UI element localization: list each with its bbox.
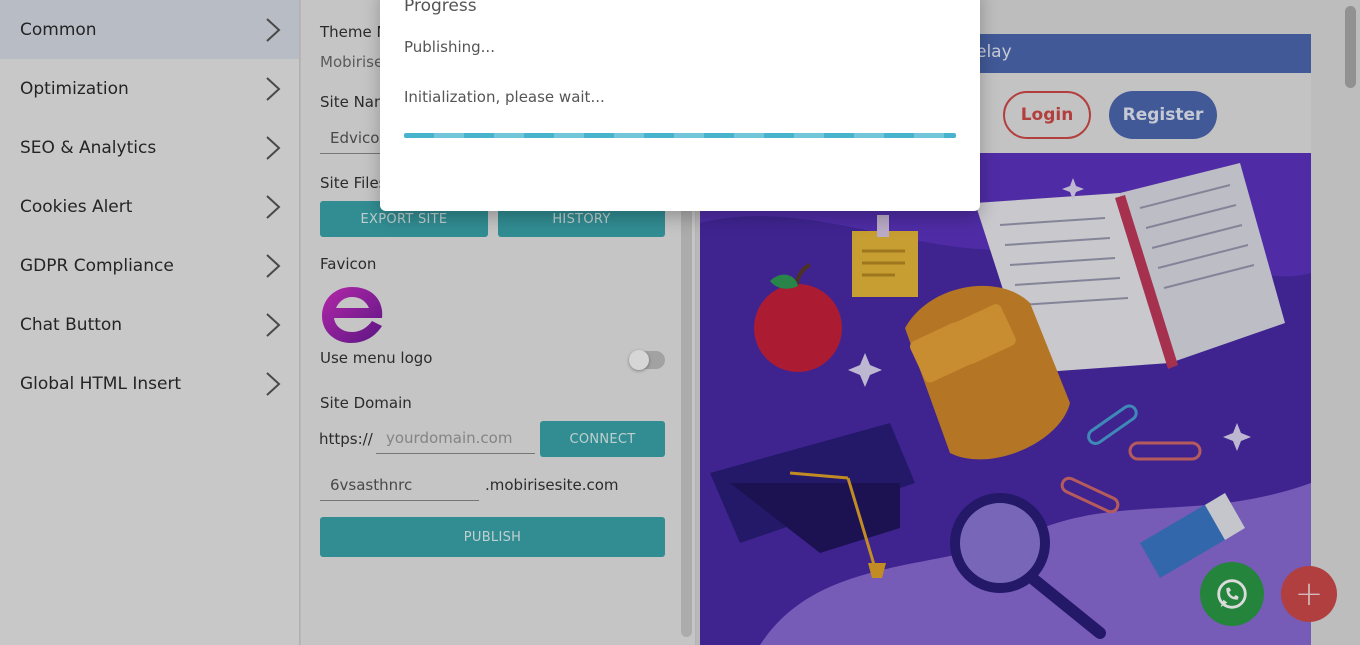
progress-bar-fill bbox=[404, 133, 956, 138]
progress-bar bbox=[404, 133, 956, 138]
app-window: Common Optimization SEO & Analytics Cook… bbox=[0, 0, 1360, 645]
progress-dialog: Progress Publishing... Initialization, p… bbox=[380, 0, 980, 211]
dialog-title: Progress bbox=[404, 0, 477, 16]
dialog-message: Initialization, please wait... bbox=[404, 88, 605, 106]
dialog-status: Publishing... bbox=[404, 38, 495, 56]
